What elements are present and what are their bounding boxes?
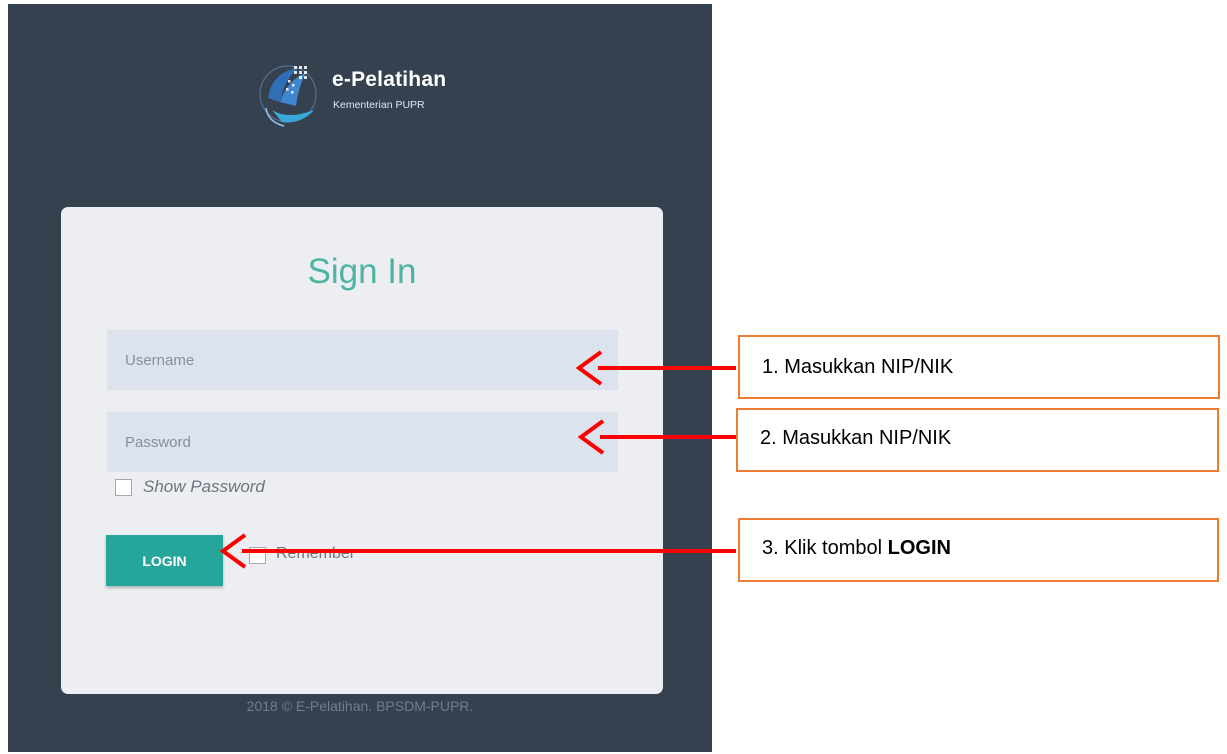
- annotation-login: 3. Klik tombol LOGIN: [738, 518, 1219, 582]
- password-input[interactable]: [107, 412, 618, 472]
- annotation-username: 1. Masukkan NIP/NIK: [738, 335, 1220, 399]
- brand: e-Pelatihan Kementerian PUPR: [258, 58, 498, 138]
- show-password-label[interactable]: Show Password: [143, 477, 265, 497]
- remember-label[interactable]: Remember: [276, 545, 355, 563]
- username-input[interactable]: [107, 330, 618, 390]
- brand-subtitle: Kementerian PUPR: [333, 99, 425, 111]
- footer-copyright: 2018 © E-Pelatihan. BPSDM-PUPR.: [246, 698, 474, 714]
- sign-in-heading: Sign In: [307, 252, 417, 291]
- epelatihan-logo-icon: [259, 65, 317, 127]
- brand-title: e-Pelatihan: [332, 68, 447, 91]
- annotation-password: 2. Masukkan NIP/NIK: [736, 408, 1219, 472]
- annotation-login-prefix: 3. Klik tombol: [762, 537, 888, 559]
- login-screen: e-Pelatihan Kementerian PUPR Sign In Sho…: [8, 4, 712, 752]
- show-password-checkbox[interactable]: [115, 479, 132, 496]
- remember-checkbox[interactable]: [249, 547, 266, 564]
- login-button[interactable]: LOGIN: [106, 535, 223, 586]
- login-card: Sign In Show Password LOGIN Remember: [61, 207, 663, 694]
- annotation-login-bold: LOGIN: [887, 537, 951, 559]
- page: e-Pelatihan Kementerian PUPR Sign In Sho…: [0, 0, 1227, 754]
